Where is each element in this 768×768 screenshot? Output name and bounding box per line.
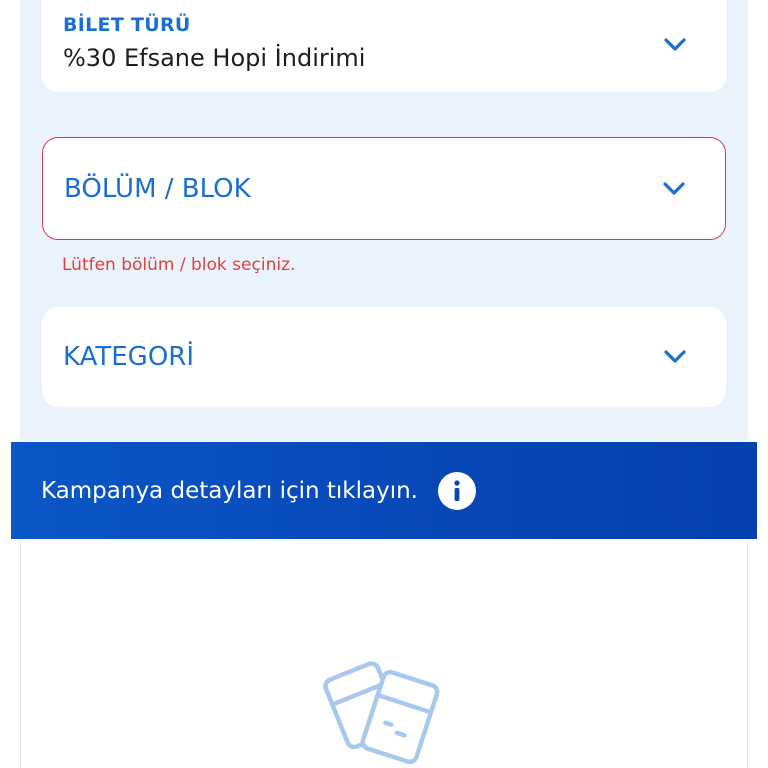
ticket-type-label: BİLET TÜRÜ <box>63 14 191 36</box>
campaign-details-text: Kampanya detayları için tıklayın. <box>41 477 418 504</box>
chevron-down-icon <box>664 350 686 364</box>
category-dropdown[interactable]: KATEGORİ <box>42 307 726 407</box>
ticket-type-value: %30 Efsane Hopi İndirimi <box>63 44 366 72</box>
category-label: KATEGORİ <box>63 342 195 372</box>
empty-tickets-icon <box>318 655 448 768</box>
chevron-down-icon <box>663 181 685 196</box>
ticket-type-dropdown[interactable]: BİLET TÜRÜ %30 Efsane Hopi İndirimi <box>42 0 726 92</box>
section-block-error-message: Lütfen bölüm / blok seçiniz. <box>62 255 296 275</box>
chevron-down-icon <box>664 38 686 52</box>
ticket-selection-page: BİLET TÜRÜ %30 Efsane Hopi İndirimi BÖLÜ… <box>0 0 768 768</box>
section-block-label: BÖLÜM / BLOK <box>64 173 251 204</box>
info-icon[interactable] <box>438 471 476 510</box>
section-block-dropdown[interactable]: BÖLÜM / BLOK <box>42 137 726 240</box>
campaign-details-banner[interactable]: Kampanya detayları için tıklayın. <box>11 442 757 539</box>
